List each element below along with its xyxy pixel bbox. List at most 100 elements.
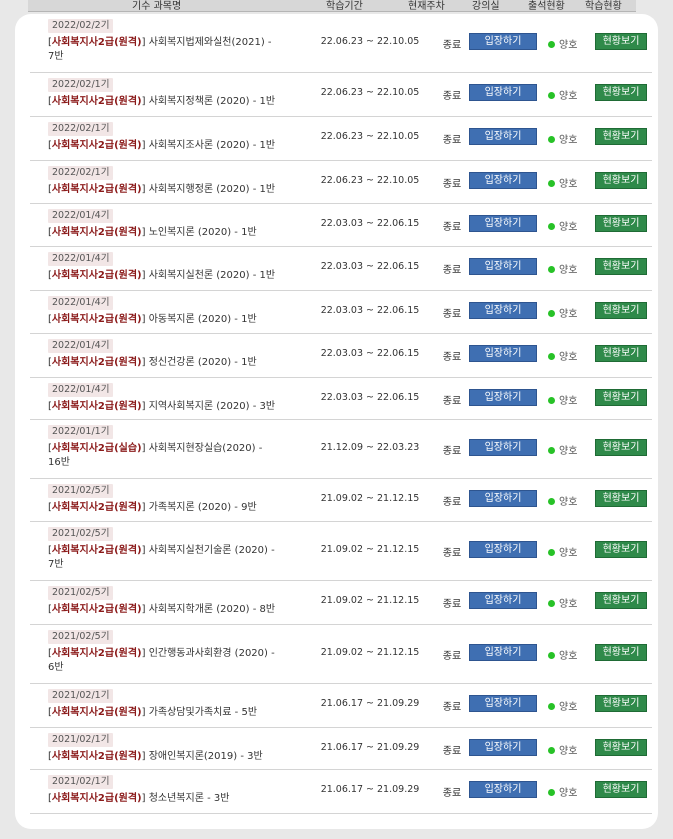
enter-classroom-button[interactable]: 입장하기: [469, 739, 537, 756]
subject-name: 장애인복지론(2019) - 3반: [148, 751, 263, 762]
status-dot-icon: [548, 136, 555, 143]
course-title[interactable]: [사회복지사2급(원격)] 사회복지실천기술론 (2020) -7반: [48, 544, 310, 572]
view-progress-button[interactable]: 현황보기: [595, 84, 647, 101]
course-title[interactable]: [사회복지사2급(원격)] 사회복지정책론 (2020) - 1반: [48, 95, 310, 109]
view-progress-button[interactable]: 현황보기: [595, 490, 647, 507]
enter-classroom-button[interactable]: 입장하기: [469, 84, 537, 101]
view-progress-button[interactable]: 현황보기: [595, 172, 647, 189]
section-name: 6반: [48, 662, 64, 673]
enter-classroom-button[interactable]: 입장하기: [469, 258, 537, 275]
view-progress-button[interactable]: 현황보기: [595, 592, 647, 609]
current-week-status: 종료: [442, 40, 462, 51]
program-name: 사회복지사2급(원격): [51, 502, 142, 513]
view-progress-button[interactable]: 현황보기: [595, 439, 647, 456]
subject-name: 인간행동과사회환경 (2020) -: [148, 648, 275, 659]
status-dot-icon: [548, 180, 555, 187]
course-title[interactable]: [사회복지사2급(원격)] 사회복지실천론 (2020) - 1반: [48, 269, 310, 283]
program-name: 사회복지사2급(원격): [51, 707, 142, 718]
subject-name: 노인복지론 (2020) - 1반: [148, 227, 257, 238]
subject-name: 가족상담및가족치료 - 5반: [148, 707, 258, 718]
view-progress-button[interactable]: 현황보기: [595, 215, 647, 232]
current-week-status: 종료: [442, 135, 462, 146]
attendance-label: 양호: [559, 497, 578, 508]
course-title[interactable]: [사회복지사2급(원격)] 청소년복지론 - 3반: [48, 792, 310, 806]
course-title[interactable]: [사회복지사2급(원격)] 정신건강론 (2020) - 1반: [48, 356, 310, 370]
header-course: 기수 과목명: [132, 1, 182, 12]
course-cell: 2021/02/1기 [사회복지사2급(원격)] 청소년복지론 - 3반: [48, 775, 310, 806]
attendance-label: 양호: [559, 222, 578, 233]
course-cell: 2022/02/1기 [사회복지사2급(원격)] 사회복지조사론 (2020) …: [48, 122, 310, 153]
view-progress-button[interactable]: 현황보기: [595, 695, 647, 712]
enter-classroom-button[interactable]: 입장하기: [469, 781, 537, 798]
attendance-status: 양호: [548, 87, 577, 102]
table-row: 2022/01/4기 [사회복지사2급(원격)] 아동복지론 (2020) - …: [30, 291, 652, 334]
enter-classroom-button[interactable]: 입장하기: [469, 302, 537, 319]
course-title[interactable]: [사회복지사2급(원격)] 사회복지조사론 (2020) - 1반: [48, 139, 310, 153]
enter-classroom-button[interactable]: 입장하기: [469, 172, 537, 189]
attendance-status: 양호: [548, 131, 577, 146]
course-title[interactable]: [사회복지사2급(원격)] 지역사회복지론 (2020) - 3반: [48, 400, 310, 414]
enter-classroom-button[interactable]: 입장하기: [469, 644, 537, 661]
section-name: 16반: [48, 457, 70, 468]
enter-classroom-button[interactable]: 입장하기: [469, 128, 537, 145]
subject-name: 정신건강론 (2020) - 1반: [148, 357, 257, 368]
enter-classroom-button[interactable]: 입장하기: [469, 490, 537, 507]
course-title[interactable]: [사회복지사2급(원격)] 장애인복지론(2019) - 3반: [48, 750, 310, 764]
table-header: 기수 과목명 학습기간 현재주차 강의실 출석현황 학습현황: [28, 0, 636, 12]
course-title[interactable]: [사회복지사2급(원격)] 아동복지론 (2020) - 1반: [48, 313, 310, 327]
attendance-status: 양호: [548, 647, 577, 662]
status-dot-icon: [548, 600, 555, 607]
enter-classroom-button[interactable]: 입장하기: [469, 215, 537, 232]
enter-classroom-button[interactable]: 입장하기: [469, 439, 537, 456]
course-cell: 2022/02/1기 [사회복지사2급(원격)] 사회복지정책론 (2020) …: [48, 78, 310, 109]
study-period: 21.09.02 ~ 21.12.15: [320, 544, 420, 555]
enter-classroom-button[interactable]: 입장하기: [469, 389, 537, 406]
enter-classroom-button[interactable]: 입장하기: [469, 592, 537, 609]
view-progress-button[interactable]: 현황보기: [595, 345, 647, 362]
current-week-status: 종료: [442, 497, 462, 508]
course-title[interactable]: [사회복지사2급(원격)] 사회복지법제와실천(2021) -7반: [48, 36, 310, 64]
course-cell: 2022/02/1기 [사회복지사2급(원격)] 사회복지행정론 (2020) …: [48, 166, 310, 197]
table-row: 2021/02/1기 [사회복지사2급(원격)] 장애인복지론(2019) - …: [30, 728, 652, 770]
table-row: 2022/02/1기 [사회복지사2급(원격)] 사회복지행정론 (2020) …: [30, 161, 652, 204]
course-cell: 2022/01/4기 [사회복지사2급(원격)] 사회복지실천론 (2020) …: [48, 252, 310, 283]
view-progress-button[interactable]: 현황보기: [595, 389, 647, 406]
table-row: 2022/01/1기 [사회복지사2급(실습)] 사회복지현장실습(2020) …: [30, 420, 652, 479]
course-title[interactable]: [사회복지사2급(원격)] 노인복지론 (2020) - 1반: [48, 226, 310, 240]
term-badge: 2021/02/1기: [48, 689, 114, 703]
enter-classroom-button[interactable]: 입장하기: [469, 541, 537, 558]
course-title[interactable]: [사회복지사2급(원격)] 인간행동과사회환경 (2020) -6반: [48, 647, 310, 675]
course-cell: 2021/02/1기 [사회복지사2급(원격)] 장애인복지론(2019) - …: [48, 733, 310, 764]
table-row: 2022/01/4기 [사회복지사2급(원격)] 지역사회복지론 (2020) …: [30, 378, 652, 420]
attendance-status: 양호: [548, 544, 577, 559]
course-title[interactable]: [사회복지사2급(원격)] 사회복지학개론 (2020) - 8반: [48, 603, 310, 617]
enter-classroom-button[interactable]: 입장하기: [469, 695, 537, 712]
subject-name: 사회복지조사론 (2020) - 1반: [148, 140, 276, 151]
attendance-status: 양호: [548, 36, 577, 51]
enter-classroom-button[interactable]: 입장하기: [469, 33, 537, 50]
program-name: 사회복지사2급(원격): [51, 270, 142, 281]
current-week-status: 종료: [442, 702, 462, 713]
program-name: 사회복지사2급(원격): [51, 184, 142, 195]
status-dot-icon: [548, 353, 555, 360]
course-title[interactable]: [사회복지사2급(원격)] 가족복지론 (2020) - 9반: [48, 501, 310, 515]
view-progress-button[interactable]: 현황보기: [595, 781, 647, 798]
view-progress-button[interactable]: 현황보기: [595, 33, 647, 50]
view-progress-button[interactable]: 현황보기: [595, 258, 647, 275]
subject-name: 사회복지실천론 (2020) - 1반: [148, 270, 276, 281]
course-title[interactable]: [사회복지사2급(실습)] 사회복지현장실습(2020) -16반: [48, 442, 310, 470]
enter-classroom-button[interactable]: 입장하기: [469, 345, 537, 362]
view-progress-button[interactable]: 현황보기: [595, 302, 647, 319]
table-row: 2022/02/1기 [사회복지사2급(원격)] 사회복지조사론 (2020) …: [30, 117, 652, 161]
view-progress-button[interactable]: 현황보기: [595, 739, 647, 756]
term-badge: 2021/02/1기: [48, 775, 114, 789]
view-progress-button[interactable]: 현황보기: [595, 541, 647, 558]
term-badge: 2021/02/1기: [48, 733, 114, 747]
course-title[interactable]: [사회복지사2급(원격)] 사회복지행정론 (2020) - 1반: [48, 183, 310, 197]
subject-name: 청소년복지론 - 3반: [148, 793, 230, 804]
attendance-label: 양호: [559, 352, 578, 363]
course-title[interactable]: [사회복지사2급(원격)] 가족상담및가족치료 - 5반: [48, 706, 310, 720]
attendance-status: 양호: [548, 784, 577, 799]
view-progress-button[interactable]: 현황보기: [595, 644, 647, 661]
view-progress-button[interactable]: 현황보기: [595, 128, 647, 145]
